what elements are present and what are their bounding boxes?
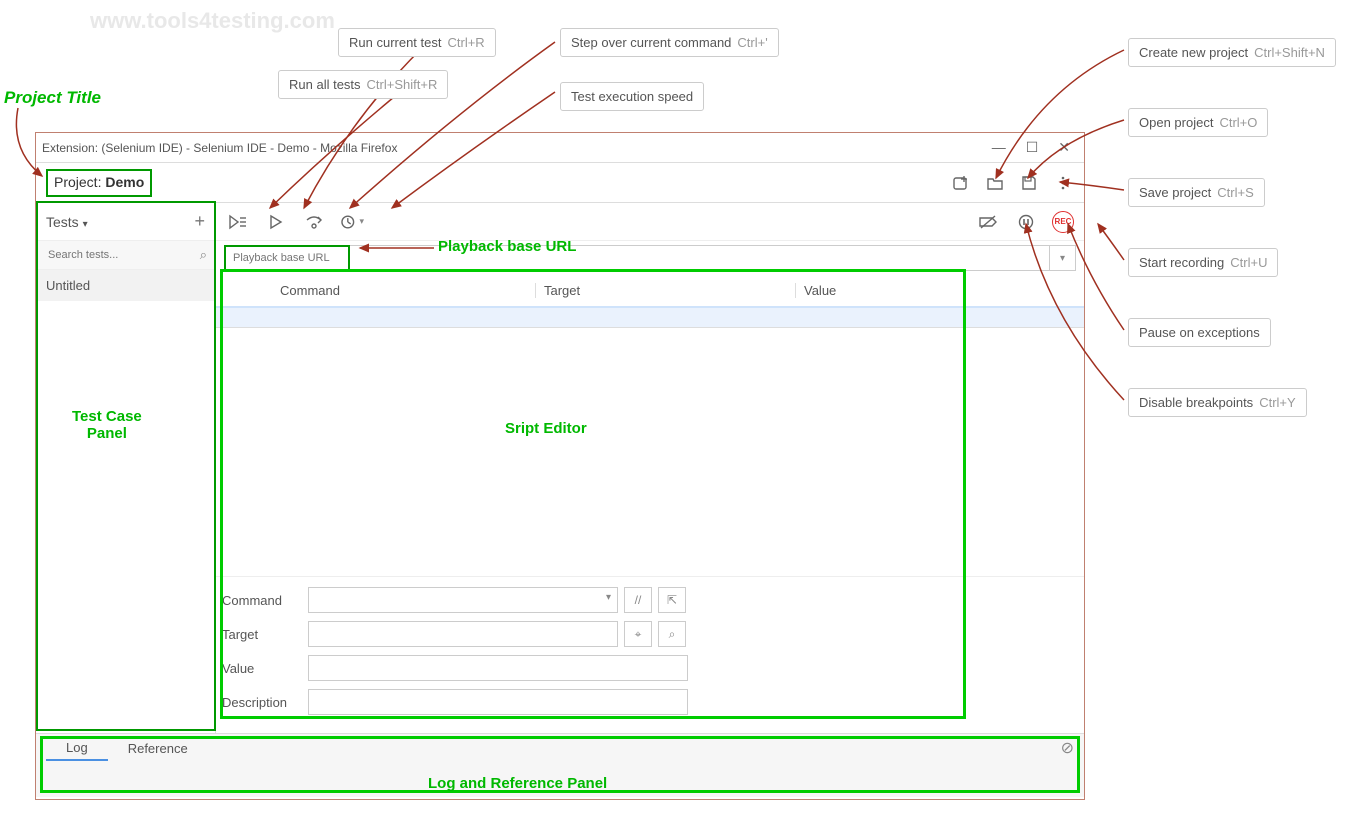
command-select[interactable] <box>308 587 618 613</box>
add-test-button[interactable]: + <box>194 211 205 232</box>
titlebar: Extension: (Selenium IDE) - Selenium IDE… <box>36 133 1084 163</box>
tooltip-start-recording: Start recordingCtrl+U <box>1128 248 1278 277</box>
col-command: Command <box>276 283 536 298</box>
more-menu-icon[interactable] <box>1052 172 1074 194</box>
log-reference-panel: Log Reference ⊘ <box>36 733 1084 797</box>
maximize-button[interactable]: ☐ <box>1026 139 1039 156</box>
minimize-button[interactable]: — <box>992 139 1006 156</box>
tooltip-run-current: Run current testCtrl+R <box>338 28 496 57</box>
grid-header: Command Target Value <box>216 275 1084 308</box>
tooltip-save-project: Save projectCtrl+S <box>1128 178 1265 207</box>
test-item[interactable]: Untitled <box>36 270 215 301</box>
tab-reference[interactable]: Reference <box>108 737 208 760</box>
description-input[interactable] <box>308 689 688 715</box>
record-button[interactable]: REC <box>1052 211 1074 233</box>
tests-dropdown[interactable]: Tests ▾ <box>46 214 88 230</box>
project-name: Project: Demo <box>46 169 152 197</box>
pause-on-exceptions-button[interactable] <box>1014 210 1038 234</box>
topbar: Project: Demo <box>36 163 1084 203</box>
tab-log[interactable]: Log <box>46 736 108 761</box>
command-form: Command // ⇱ Target ⌖ ⌕ Value Descriptio… <box>216 576 1084 733</box>
script-editor-area: ▾ REC ▾ Command Target Value <box>216 203 1084 733</box>
url-dropdown[interactable]: ▾ <box>1050 245 1076 271</box>
save-project-icon[interactable] <box>1018 172 1040 194</box>
watermark: www.tools4testing.com <box>90 8 335 34</box>
step-over-button[interactable] <box>302 210 326 234</box>
select-target-button[interactable]: ⌖ <box>624 621 652 647</box>
tooltip-disable-breakpoints: Disable breakpointsCtrl+Y <box>1128 388 1307 417</box>
search-icon: ⌕ <box>200 247 207 263</box>
find-target-button[interactable]: ⌕ <box>658 621 686 647</box>
tooltip-exec-speed: Test execution speed <box>560 82 704 111</box>
tooltip-create-project: Create new projectCtrl+Shift+N <box>1128 38 1336 67</box>
col-value: Value <box>796 283 1084 298</box>
close-button[interactable]: ✕ <box>1058 139 1070 156</box>
open-reference-button[interactable]: ⇱ <box>658 587 686 613</box>
disable-breakpoints-button[interactable] <box>976 210 1000 234</box>
selenium-ide-window: Extension: (Selenium IDE) - Selenium IDE… <box>35 132 1085 800</box>
test-case-panel: Tests ▾ + ⌕ Untitled <box>36 203 216 733</box>
form-label-value: Value <box>222 661 308 676</box>
open-project-icon[interactable] <box>984 172 1006 194</box>
playback-url-input-ext[interactable] <box>350 245 1050 271</box>
label-project-title: Project Title <box>4 88 101 108</box>
tooltip-open-project: Open projectCtrl+O <box>1128 108 1268 137</box>
toggle-comment-button[interactable]: // <box>624 587 652 613</box>
form-label-target: Target <box>222 627 308 642</box>
clear-log-button[interactable]: ⊘ <box>1061 738 1074 758</box>
target-input[interactable] <box>308 621 618 647</box>
tooltip-pause-exceptions: Pause on exceptions <box>1128 318 1271 347</box>
col-target: Target <box>536 283 796 298</box>
execution-speed-button[interactable]: ▾ <box>340 210 364 234</box>
value-input[interactable] <box>308 655 688 681</box>
run-all-tests-button[interactable] <box>226 210 250 234</box>
tooltip-run-all: Run all testsCtrl+Shift+R <box>278 70 448 99</box>
grid-row[interactable] <box>216 308 1084 328</box>
run-current-test-button[interactable] <box>264 210 288 234</box>
form-label-command: Command <box>222 593 308 608</box>
search-tests-input[interactable] <box>44 245 200 265</box>
tooltip-step-over: Step over current commandCtrl+' <box>560 28 779 57</box>
form-label-description: Description <box>222 695 308 710</box>
window-title: Extension: (Selenium IDE) - Selenium IDE… <box>42 141 397 155</box>
playback-url-input[interactable] <box>227 248 347 268</box>
create-project-icon[interactable] <box>950 172 972 194</box>
